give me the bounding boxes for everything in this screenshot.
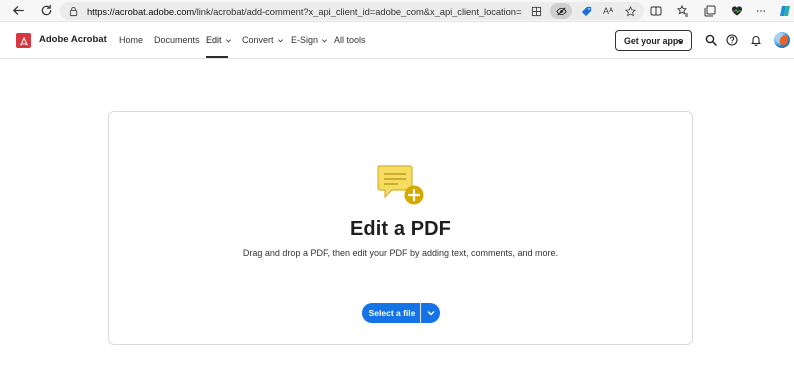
get-apps-label: Get your apps xyxy=(624,35,684,46)
notifications-button[interactable] xyxy=(749,33,763,47)
address-bar[interactable]: https://acrobat.adobe.com/link/acrobat/a… xyxy=(60,2,644,20)
url-host: https://acrobat.adobe.com xyxy=(87,5,195,17)
search-button[interactable] xyxy=(704,33,718,47)
split-screen-button[interactable] xyxy=(648,2,664,19)
chevron-down-icon xyxy=(277,38,283,42)
more-icon xyxy=(756,9,766,12)
lock-icon xyxy=(69,6,78,16)
acrobat-logo-icon xyxy=(19,36,28,46)
select-file-button[interactable]: Select a file xyxy=(362,303,420,323)
nav-documents[interactable]: Documents xyxy=(154,35,200,45)
page-title: Edit a PDF xyxy=(349,218,451,240)
chevron-down-icon xyxy=(677,39,684,44)
bell-icon xyxy=(751,36,761,46)
copilot-button[interactable] xyxy=(777,2,793,19)
nav-edit[interactable]: Edit xyxy=(206,35,232,45)
edit-pdf-dropzone[interactable]: Edit a PDF Drag and drop a PDF, then edi… xyxy=(108,111,693,345)
coupon-button[interactable] xyxy=(578,3,594,19)
back-icon xyxy=(12,6,24,15)
heart-pulse-icon xyxy=(731,5,743,15)
adobe-acrobat-logo[interactable] xyxy=(16,33,31,48)
comment-add-icon xyxy=(377,165,424,205)
brand-name[interactable]: Adobe Acrobat xyxy=(39,34,107,45)
add-favorite-button[interactable] xyxy=(622,3,638,19)
nav-documents-label: Documents xyxy=(154,35,200,45)
eye-off-icon xyxy=(555,6,567,16)
page-subtitle: Drag and drop a PDF, then edit your PDF … xyxy=(242,248,559,258)
select-file-label: Select a file xyxy=(368,308,416,318)
user-avatar[interactable] xyxy=(774,32,790,48)
get-your-apps-button[interactable]: Get your apps xyxy=(615,30,692,51)
read-aloud-icon: Aᴬ xyxy=(602,6,614,16)
split-screen-icon xyxy=(650,6,662,15)
copilot-icon xyxy=(780,5,790,16)
chevron-down-icon xyxy=(322,38,328,42)
search-icon xyxy=(705,34,717,46)
chevron-down-icon xyxy=(225,38,231,42)
read-aloud-button[interactable]: Aᴬ xyxy=(600,3,616,19)
select-file-dropdown-button[interactable] xyxy=(421,303,440,323)
favorites-button[interactable] xyxy=(675,2,691,19)
more-options-button[interactable] xyxy=(756,2,766,19)
url-path: /link/acrobat/add-comment?x_api_client_i… xyxy=(194,5,522,17)
favorites-icon xyxy=(677,4,688,16)
nav-home-label: Home xyxy=(119,35,144,45)
favorite-icon xyxy=(624,5,636,16)
nav-all-tools-label: All tools xyxy=(334,35,366,45)
nav-esign-label: E-Sign xyxy=(291,35,319,45)
select-file-split-button[interactable]: Select a file xyxy=(362,303,440,323)
back-button[interactable] xyxy=(9,2,27,20)
button-divider xyxy=(420,303,421,323)
nav-convert-label: Convert xyxy=(242,35,274,45)
app-available-button[interactable] xyxy=(528,3,544,19)
grid-icon xyxy=(531,6,541,16)
nav-home[interactable]: Home xyxy=(119,35,143,45)
nav-esign[interactable]: E-Sign xyxy=(291,35,328,45)
tag-icon xyxy=(581,6,591,16)
help-button[interactable] xyxy=(725,33,739,47)
app-header: Adobe Acrobat Home Documents Edit Conver… xyxy=(0,22,794,59)
nav-edit-label: Edit xyxy=(206,35,222,45)
collections-button[interactable] xyxy=(702,2,718,19)
browser-toolbar: https://acrobat.adobe.com/link/acrobat/a… xyxy=(0,0,794,22)
refresh-icon xyxy=(41,4,51,16)
nav-all-tools[interactable]: All tools xyxy=(334,35,366,45)
refresh-button[interactable] xyxy=(37,2,55,20)
help-icon xyxy=(726,34,738,46)
chevron-down-icon xyxy=(427,311,434,316)
active-nav-indicator xyxy=(206,56,228,58)
collections-icon xyxy=(704,5,716,16)
health-extension-button[interactable] xyxy=(729,2,745,19)
tracking-prevention-button[interactable] xyxy=(550,3,572,19)
nav-convert[interactable]: Convert xyxy=(242,35,284,45)
url-text[interactable]: https://acrobat.adobe.com/link/acrobat/a… xyxy=(87,6,522,17)
